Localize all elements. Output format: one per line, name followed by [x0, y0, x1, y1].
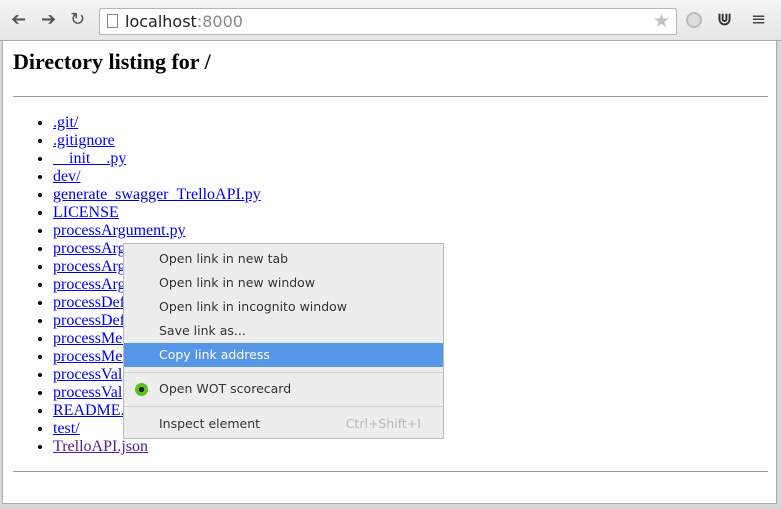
hamburger-icon[interactable]: ≡ [751, 10, 766, 30]
file-link[interactable]: processMet [53, 348, 127, 365]
file-link[interactable]: README. [53, 402, 125, 419]
back-button[interactable]: ➔ [11, 9, 26, 30]
menu-item-inspect[interactable]: Inspect element Ctrl+Shift+I [124, 412, 443, 436]
url-text: localhost:8000 [125, 12, 243, 31]
list-item: dev/ [53, 168, 261, 186]
file-link[interactable]: processDef [53, 312, 125, 329]
menu-item-label: Inspect element [159, 416, 261, 431]
address-bar[interactable]: localhost:8000 ★ [99, 8, 677, 35]
file-link[interactable]: .git/ [53, 114, 78, 131]
menu-item-open-new-window[interactable]: Open link in new window [124, 271, 443, 295]
menu-item-label: Open WOT scorecard [159, 381, 292, 396]
wot-icon [135, 383, 148, 396]
file-link[interactable]: test/ [53, 420, 80, 437]
page-title: Directory listing for / [13, 49, 211, 74]
list-item: LICENSE [53, 204, 261, 222]
star-icon[interactable]: ★ [653, 10, 670, 32]
browser-toolbar: ➔ ➔ ↻ localhost:8000 ★ ⋓ ≡ [0, 0, 781, 41]
forward-button[interactable]: ➔ [41, 10, 56, 30]
traffic-light-extension-icon[interactable]: ⋓ [717, 10, 732, 30]
list-item: .git/ [53, 114, 261, 132]
file-link[interactable]: processVal [53, 366, 122, 383]
menu-item-open-new-tab[interactable]: Open link in new tab [124, 247, 443, 271]
file-link[interactable]: __init__.py [53, 150, 126, 167]
file-link[interactable]: LICENSE [53, 204, 119, 221]
shortcut-label: Ctrl+Shift+I [345, 416, 421, 431]
file-link[interactable]: processDef [53, 294, 125, 311]
file-link[interactable]: dev/ [53, 168, 81, 185]
menu-separator [124, 372, 443, 373]
file-link[interactable]: processArg [53, 276, 126, 293]
file-link[interactable]: processMet [53, 330, 127, 347]
list-item: generate_swagger_TrelloAPI.py [53, 186, 261, 204]
reload-button[interactable]: ↻ [70, 10, 85, 30]
menu-item-save-link[interactable]: Save link as... [124, 319, 443, 343]
file-link[interactable]: TrelloAPI.json [53, 438, 148, 455]
list-item: .gitignore [53, 132, 261, 150]
divider [13, 96, 768, 97]
divider [13, 471, 768, 472]
menu-item-copy-link[interactable]: Copy link address [124, 343, 443, 367]
file-link[interactable]: .gitignore [53, 132, 115, 149]
list-item: processArgument.py [53, 222, 261, 240]
list-item: TrelloAPI.json [53, 438, 261, 456]
page-icon [107, 14, 118, 28]
file-link[interactable]: generate_swagger_TrelloAPI.py [53, 186, 261, 203]
menu-item-wot-scorecard[interactable]: Open WOT scorecard [124, 377, 443, 401]
menu-separator [124, 406, 443, 407]
menu-item-open-incognito[interactable]: Open link in incognito window [124, 295, 443, 319]
file-link[interactable]: processArg [53, 258, 126, 275]
wot-extension-icon[interactable] [686, 12, 702, 28]
file-link[interactable]: processArg [53, 240, 126, 257]
list-item: __init__.py [53, 150, 261, 168]
file-link[interactable]: processVal [53, 384, 122, 401]
context-menu: Open link in new tab Open link in new wi… [123, 243, 444, 439]
file-link[interactable]: processArgument.py [53, 222, 186, 239]
